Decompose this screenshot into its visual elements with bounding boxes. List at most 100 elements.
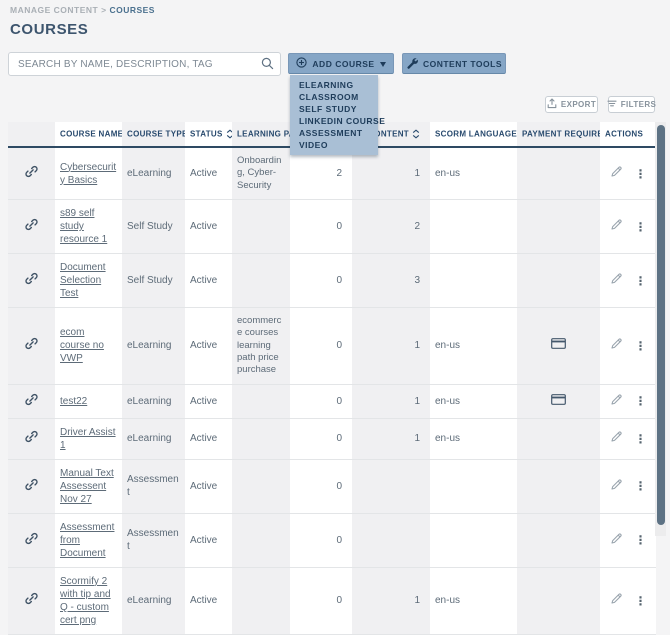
hidden-count-cell: 0 bbox=[290, 513, 352, 567]
column-scorm-languages[interactable]: SCORM LANGUAGES bbox=[430, 122, 517, 147]
column-payment-required[interactable]: PAYMENT REQUIRED bbox=[517, 122, 600, 147]
edit-pencil-icon[interactable] bbox=[610, 272, 623, 289]
breadcrumb-manage-content[interactable]: MANAGE CONTENT bbox=[10, 5, 98, 15]
content-count-cell: 1 bbox=[352, 418, 430, 459]
actions-cell: ⋮ bbox=[600, 254, 656, 308]
link-icon[interactable] bbox=[24, 343, 39, 354]
link-icon[interactable] bbox=[24, 538, 39, 549]
scorm-languages-cell: en-us bbox=[430, 147, 517, 200]
row-link-cell bbox=[8, 567, 55, 634]
breadcrumb: MANAGE CONTENT > COURSES bbox=[10, 5, 155, 15]
course-type-cell: Assessment bbox=[122, 513, 185, 567]
search-input[interactable] bbox=[8, 52, 281, 76]
content-tools-button[interactable]: CONTENT TOOLS bbox=[402, 53, 506, 74]
kebab-menu-icon[interactable]: ⋮ bbox=[635, 535, 647, 545]
link-icon[interactable] bbox=[24, 484, 39, 495]
status-cell: Active bbox=[185, 513, 232, 567]
course-name-link[interactable]: Assessment from Document bbox=[60, 522, 114, 559]
payment-required-cell bbox=[517, 254, 600, 308]
credit-card-icon bbox=[551, 341, 566, 352]
column-course-type[interactable]: COURSE TYPE bbox=[122, 122, 185, 147]
kebab-menu-icon[interactable]: ⋮ bbox=[635, 276, 647, 286]
edit-pencil-icon[interactable] bbox=[610, 393, 623, 410]
course-type-cell: eLearning bbox=[122, 567, 185, 634]
edit-pencil-icon[interactable] bbox=[610, 337, 623, 354]
table-row: Assessment from DocumentAssessmentActive… bbox=[8, 513, 656, 567]
caret-down-icon bbox=[380, 62, 386, 70]
payment-required-cell bbox=[517, 147, 600, 200]
payment-required-cell bbox=[517, 567, 600, 634]
actions-cell: ⋮ bbox=[600, 147, 656, 200]
link-icon[interactable] bbox=[24, 598, 39, 609]
edit-pencil-icon[interactable] bbox=[610, 478, 623, 495]
kebab-menu-icon[interactable]: ⋮ bbox=[635, 222, 647, 232]
scrollbar-thumb[interactable] bbox=[657, 125, 665, 525]
learning-paths-cell: ecommerce courses learning path price pu… bbox=[232, 308, 290, 385]
actions-cell: ⋮ bbox=[600, 567, 656, 634]
kebab-menu-icon[interactable]: ⋮ bbox=[635, 341, 647, 351]
add-course-button[interactable]: ADD COURSE bbox=[288, 53, 394, 74]
column-course-name[interactable]: COURSE NAME bbox=[55, 122, 122, 147]
edit-pencil-icon[interactable] bbox=[610, 430, 623, 447]
course-name-link[interactable]: Driver Assist 1 bbox=[60, 427, 116, 451]
hidden-count-cell: 0 bbox=[290, 418, 352, 459]
row-link-cell bbox=[8, 308, 55, 385]
row-link-cell bbox=[8, 418, 55, 459]
vertical-scrollbar[interactable] bbox=[655, 122, 666, 536]
status-cell: Active bbox=[185, 147, 232, 200]
edit-pencil-icon[interactable] bbox=[610, 218, 623, 235]
column-status[interactable]: STATUS bbox=[185, 122, 232, 147]
wrench-icon bbox=[406, 57, 418, 71]
learning-paths-cell bbox=[232, 567, 290, 634]
content-tools-label: CONTENT TOOLS bbox=[423, 59, 502, 69]
kebab-menu-icon[interactable]: ⋮ bbox=[635, 596, 647, 606]
table-row: ecom course no VWPeLearningActiveecommer… bbox=[8, 308, 656, 385]
edit-pencil-icon[interactable] bbox=[610, 532, 623, 549]
kebab-menu-icon[interactable]: ⋮ bbox=[635, 481, 647, 491]
course-type-cell: Self Study bbox=[122, 200, 185, 254]
course-type-cell: eLearning bbox=[122, 147, 185, 200]
course-name-link[interactable]: ecom course no VWP bbox=[60, 327, 104, 364]
filters-button[interactable]: FILTERS bbox=[608, 96, 655, 113]
menu-item-linkedin-course[interactable]: LINKEDIN COURSE bbox=[290, 115, 378, 127]
kebab-menu-icon[interactable]: ⋮ bbox=[635, 169, 647, 179]
kebab-menu-icon[interactable]: ⋮ bbox=[635, 434, 647, 444]
link-icon[interactable] bbox=[24, 171, 39, 182]
link-icon[interactable] bbox=[24, 224, 39, 235]
hidden-count-cell: 0 bbox=[290, 308, 352, 385]
menu-item-video[interactable]: VIDEO bbox=[290, 139, 378, 151]
content-count-cell: 1 bbox=[352, 567, 430, 634]
link-icon[interactable] bbox=[24, 399, 39, 410]
search-icon bbox=[261, 57, 274, 75]
content-count-cell: 2 bbox=[352, 200, 430, 254]
plus-circle-icon bbox=[296, 57, 307, 70]
menu-item-assessment[interactable]: ASSESSMENT bbox=[290, 127, 378, 139]
course-name-link[interactable]: Scormify 2 with tip and Q - custom cert … bbox=[60, 576, 111, 626]
hidden-count-cell: 0 bbox=[290, 459, 352, 513]
course-name-link[interactable]: Document Selection Test bbox=[60, 262, 106, 299]
edit-pencil-icon[interactable] bbox=[610, 165, 623, 182]
edit-pencil-icon[interactable] bbox=[610, 592, 623, 609]
kebab-menu-icon[interactable]: ⋮ bbox=[635, 396, 647, 406]
table-row: Manual Text Assessent Nov 27AssessmentAc… bbox=[8, 459, 656, 513]
breadcrumb-courses: COURSES bbox=[109, 5, 155, 15]
course-name-link[interactable]: Manual Text Assessent Nov 27 bbox=[60, 468, 114, 505]
table-row: Document Selection TestSelf StudyActive0… bbox=[8, 254, 656, 308]
course-type-cell: Assessment bbox=[122, 459, 185, 513]
actions-cell: ⋮ bbox=[600, 459, 656, 513]
upload-icon bbox=[547, 98, 557, 111]
export-label: EXPORT bbox=[561, 100, 596, 109]
course-name-link[interactable]: s89 self study resource 1 bbox=[60, 208, 107, 245]
page-title: COURSES bbox=[10, 21, 88, 38]
menu-item-self-study[interactable]: SELF STUDY bbox=[290, 103, 378, 115]
link-icon[interactable] bbox=[24, 436, 39, 447]
course-name-link[interactable]: Cybersecurity Basics bbox=[60, 162, 116, 186]
course-name-link[interactable]: test22 bbox=[60, 396, 87, 407]
status-cell: Active bbox=[185, 308, 232, 385]
column-learning-paths[interactable]: LEARNING PATHS bbox=[232, 122, 290, 147]
link-icon[interactable] bbox=[24, 278, 39, 289]
column-link bbox=[8, 122, 55, 147]
menu-item-classroom[interactable]: CLASSROOM bbox=[290, 91, 378, 103]
export-button[interactable]: EXPORT bbox=[545, 96, 598, 113]
menu-item-elearning[interactable]: ELEARNING bbox=[290, 79, 378, 91]
